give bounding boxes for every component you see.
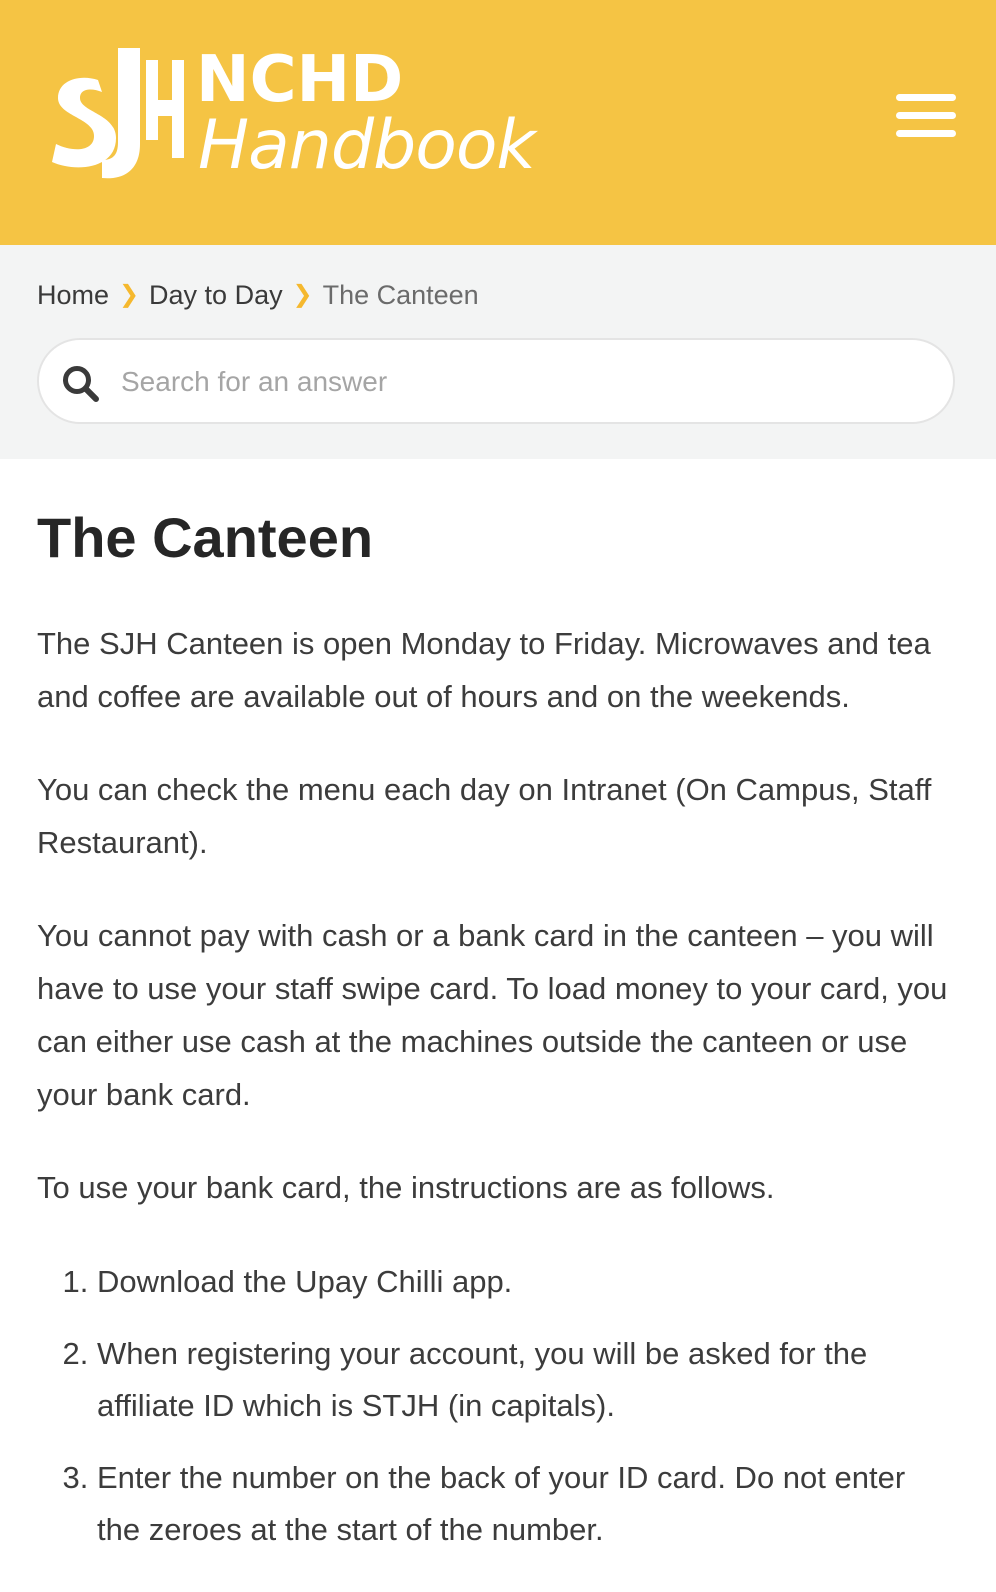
- hamburger-menu-icon[interactable]: [890, 90, 956, 140]
- article-paragraph: You cannot pay with cash or a bank card …: [37, 918, 948, 1112]
- breadcrumb-current: The Canteen: [322, 280, 479, 310]
- list-item: Enter the number on the back of your ID …: [97, 1452, 955, 1556]
- site-logo[interactable]: NCHD Handbook: [50, 40, 550, 190]
- article-paragraph: To use your bank card, the instructions …: [37, 1170, 775, 1205]
- search-bar[interactable]: [37, 338, 955, 424]
- breadcrumb-home-link[interactable]: Home: [37, 280, 109, 310]
- article-paragraph: You can check the menu each day on Intra…: [37, 772, 932, 860]
- site-header: NCHD Handbook: [0, 0, 996, 245]
- chevron-right-icon: ❯: [292, 281, 313, 308]
- search-input[interactable]: [119, 354, 923, 410]
- article: The Canteen The SJH Canteen is open Mond…: [37, 459, 955, 1576]
- breadcrumb: Home ❯ Day to Day ❯ The Canteen: [37, 278, 479, 314]
- breadcrumb-search-bar: Home ❯ Day to Day ❯ The Canteen: [0, 245, 996, 459]
- list-item: Download the Upay Chilli app.: [97, 1256, 955, 1308]
- page-title: The Canteen: [37, 506, 374, 569]
- breadcrumb-day-to-day-link[interactable]: Day to Day: [149, 280, 283, 310]
- list-item: When registering your account, you will …: [97, 1328, 955, 1432]
- chevron-right-icon: ❯: [118, 281, 140, 308]
- instruction-steps-list: Download the Upay Chilli app. When regis…: [37, 1256, 955, 1556]
- article-paragraph: The SJH Canteen is open Monday to Friday…: [37, 626, 931, 714]
- search-icon[interactable]: [61, 364, 101, 404]
- sjh-logo-mark: [52, 48, 184, 179]
- logo-title: NCHD: [196, 43, 404, 117]
- logo-subtitle: Handbook: [198, 106, 536, 185]
